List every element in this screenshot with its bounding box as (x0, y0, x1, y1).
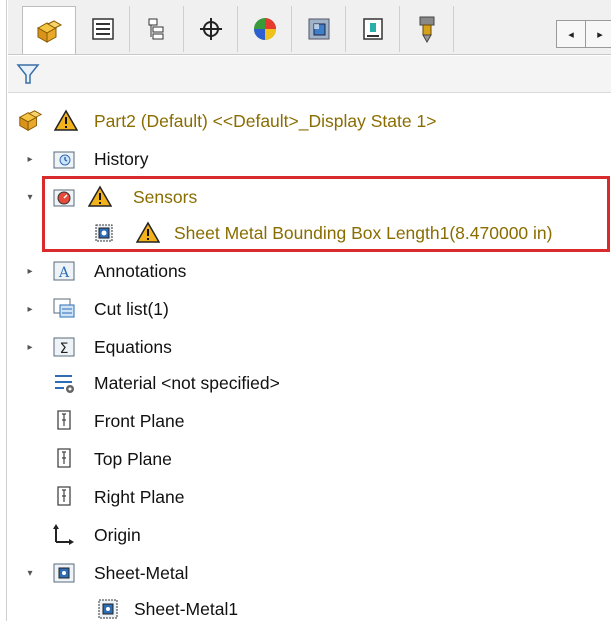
collapse-arrow-icon[interactable]: ▾ (24, 567, 36, 579)
tree-root-label: Part2 (Default) <<Default>_Display State… (94, 111, 437, 131)
property-manager-icon (91, 18, 114, 40)
expand-arrow-icon[interactable]: ▸ (24, 341, 36, 353)
configuration-manager-icon (148, 18, 163, 40)
plane-icon (57, 486, 71, 506)
press-tool-icon (362, 18, 383, 40)
sheet-metal-folder-icon (53, 563, 75, 583)
tab-sheet-metal-manager[interactable] (346, 6, 400, 52)
material-icon (55, 375, 74, 393)
tab-scroll-buttons: ◂ ▸ (556, 20, 611, 48)
tree-item-label: Material <not specified> (94, 373, 280, 393)
tree-item-sheet-metal[interactable]: ▾ Sheet-Metal (8, 556, 608, 590)
tree-item-label: Sheet-Metal1 (134, 599, 239, 619)
tree-item-equations[interactable]: ▸ Σ Equations (8, 330, 608, 364)
tree-item-top-plane[interactable]: Top Plane (8, 442, 608, 476)
sheet-metal-feature-icon (98, 599, 118, 619)
svg-text:Σ: Σ (60, 341, 69, 357)
feature-manager-panel: ◂ ▸ Part2 (Default) <<Default>_Display S… (0, 0, 611, 621)
tree-item-label: Top Plane (94, 449, 172, 469)
tree-item-label: Sheet-Metal (94, 563, 189, 583)
tree-item-label: Right Plane (94, 487, 185, 507)
tree-item-label: Equations (94, 337, 172, 357)
scroll-left-button[interactable]: ◂ (557, 21, 585, 47)
cut-list-icon (53, 298, 75, 318)
plane-icon (57, 448, 71, 468)
tree-item-label: Origin (94, 525, 141, 545)
scroll-right-button[interactable]: ▸ (585, 21, 611, 47)
tab-display-manager[interactable] (238, 6, 292, 52)
svg-text:A: A (58, 265, 70, 281)
tab-cam-tool[interactable] (400, 6, 454, 52)
mill-tool-icon (419, 16, 434, 43)
equations-folder-icon: Σ (53, 337, 75, 357)
annotations-folder-icon: A (53, 261, 75, 281)
tab-configuration-manager[interactable] (130, 6, 184, 52)
crosshair-icon (199, 18, 222, 40)
tree-item-label: History (94, 149, 149, 169)
origin-icon (53, 524, 74, 545)
filter-icon[interactable] (16, 62, 40, 86)
filter-bar (8, 56, 611, 93)
tree-item-annotations[interactable]: ▸ A Annotations (8, 254, 608, 288)
cube-view-icon (308, 18, 329, 40)
tree-item-label: Front Plane (94, 411, 185, 431)
tab-cam-manager[interactable] (292, 6, 346, 52)
highlight-box (42, 176, 610, 252)
tree-item-right-plane[interactable]: Right Plane (8, 480, 608, 514)
history-folder-icon (53, 151, 75, 169)
tab-property-manager[interactable] (76, 6, 130, 52)
tree-item-cut-list[interactable]: ▸ Cut list(1) (8, 292, 608, 326)
expand-arrow-icon[interactable]: ▸ (24, 265, 36, 277)
expand-arrow-icon[interactable]: ▸ (24, 153, 36, 165)
panel-border (6, 0, 7, 621)
tree-root-row[interactable]: Part2 (Default) <<Default>_Display State… (8, 104, 608, 138)
plane-icon (57, 410, 71, 430)
tree-item-label: Cut list(1) (94, 299, 169, 319)
tab-feature-manager[interactable] (22, 6, 76, 54)
manager-tab-bar: ◂ ▸ (8, 0, 611, 55)
tree-item-material[interactable]: Material <not specified> (8, 366, 608, 400)
tree-item-origin[interactable]: Origin (8, 518, 608, 552)
tab-dimxpert-manager[interactable] (184, 6, 238, 52)
warning-icon (54, 109, 78, 131)
part-icon (18, 110, 43, 132)
collapse-arrow-icon[interactable]: ▾ (24, 191, 36, 203)
tree-item-label: Annotations (94, 261, 187, 281)
tree-item-front-plane[interactable]: Front Plane (8, 404, 608, 438)
expand-arrow-icon[interactable]: ▸ (24, 303, 36, 315)
display-manager-icon (253, 18, 276, 40)
tree-item-history[interactable]: ▸ History (8, 142, 608, 176)
part-cubes-icon (36, 19, 63, 43)
